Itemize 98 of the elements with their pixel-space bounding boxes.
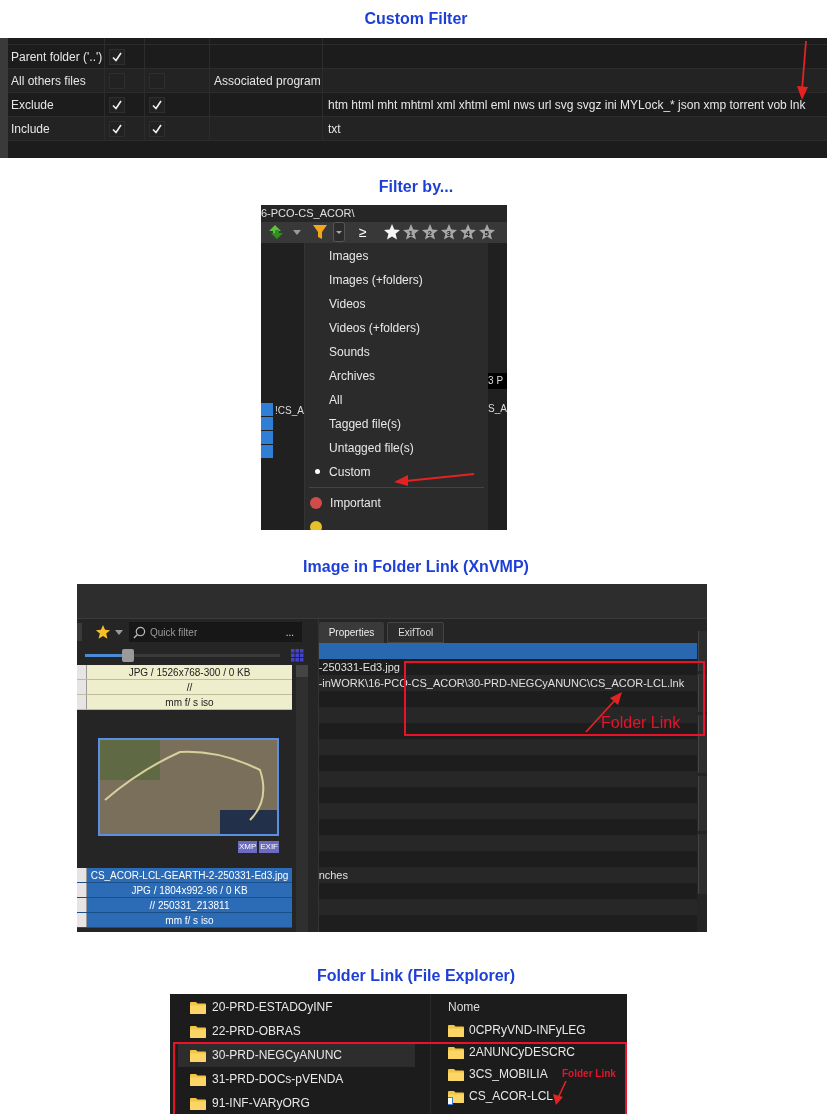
file-name-fragment: 3 P — [488, 374, 504, 388]
selection-marker — [261, 444, 273, 458]
folder-tree-item[interactable]: 22-PRD-OBRAS — [178, 1019, 415, 1043]
row-header-cell — [77, 680, 87, 694]
row-header-cell — [77, 695, 87, 709]
row-header-cell — [77, 883, 87, 897]
folder-icon — [190, 1096, 206, 1110]
section-heading: Filter by... — [377, 177, 455, 197]
caret-icon[interactable] — [293, 229, 301, 235]
selection-marker — [261, 430, 273, 444]
rating-operator[interactable]: ≥ — [359, 221, 367, 243]
star-icon[interactable] — [382, 223, 401, 241]
info-cell: CS_ACOR-LCL-GEARTH-2-250331-Ed3.jpg — [87, 868, 292, 882]
folder-tree-item[interactable]: 30-PRD-NEGCyANUNC — [178, 1043, 415, 1067]
info-cell: mm f/ s iso — [87, 695, 292, 709]
side-tab[interactable] — [698, 715, 707, 773]
menu-item[interactable]: Untagged file(s) — [305, 435, 489, 460]
folder-tree-item[interactable]: 91-INF-VARyORG — [178, 1091, 415, 1114]
metadata-badge: XMP — [237, 841, 258, 853]
search-icon — [133, 625, 146, 639]
row-header-cell — [77, 868, 87, 882]
file-name-fragment: S_A — [488, 401, 507, 416]
row-label: All others files — [11, 72, 86, 90]
star-icon[interactable]: 2 — [420, 223, 439, 241]
path-text: 6-PCO-CS_ACOR\ — [261, 206, 355, 221]
menu-item[interactable]: Images — [305, 243, 489, 268]
star-icon[interactable]: 3 — [439, 223, 458, 241]
menu-item[interactable]: Important — [305, 490, 489, 515]
scrollbar[interactable] — [296, 665, 308, 932]
row-label: Parent folder ('..') — [11, 48, 103, 66]
menu-item[interactable]: Videos — [305, 291, 489, 316]
file-item[interactable]: 3CS_MOBILIA — [448, 1063, 548, 1085]
menu-item[interactable]: Images (+folders) — [305, 267, 489, 292]
checkbox[interactable] — [149, 120, 165, 137]
checkbox[interactable] — [149, 96, 165, 113]
property-row[interactable]: nches — [318, 867, 697, 883]
metadata-badge: EXIF — [259, 841, 279, 853]
folder-icon — [190, 1072, 206, 1086]
quick-filter-field[interactable]: Quick filter ... — [129, 622, 302, 642]
menu-item[interactable]: Tagged file(s) — [305, 411, 489, 436]
program-text: Associated program — [214, 72, 321, 90]
zoom-slider[interactable] — [85, 648, 280, 662]
menu-item[interactable]: Sounds — [305, 339, 489, 364]
star-rating[interactable]: 1 2 3 4 5 — [382, 223, 496, 241]
row-label: Exclude — [11, 96, 54, 114]
folder-tree-item[interactable]: 31-PRD-DOCs-pVENDA — [178, 1067, 415, 1091]
section-heading: Image in Folder Link (XnVMP) — [302, 557, 530, 577]
folder-icon — [190, 1048, 206, 1062]
star-icon[interactable]: 1 — [401, 223, 420, 241]
menu-item[interactable]: All — [305, 387, 489, 412]
row-header-cell — [77, 913, 87, 927]
menu-item[interactable]: Custom — [305, 459, 489, 484]
folder-icon — [448, 1023, 464, 1037]
shortcut-folder-icon — [448, 1089, 464, 1103]
checkbox[interactable] — [109, 48, 125, 65]
selection-marker — [261, 416, 273, 430]
info-cell: // — [87, 680, 292, 694]
checkbox[interactable] — [109, 120, 125, 137]
selection-marker — [261, 402, 273, 416]
star-icon[interactable] — [95, 624, 111, 640]
arrow-annotation — [552, 1080, 568, 1106]
tab[interactable]: Properties — [318, 622, 385, 643]
folder-tree-item[interactable]: 20-PRD-ESTADOyINF — [178, 995, 415, 1019]
file-name-fragment: !CS_A — [275, 403, 304, 418]
funnel-icon[interactable] — [313, 224, 327, 240]
arrows-icon[interactable] — [267, 224, 285, 240]
annotation-label: Folder Link — [562, 1067, 616, 1081]
annotation-label: Folder Link — [601, 713, 681, 733]
folder-icon — [448, 1045, 464, 1059]
section-heading: Folder Link (File Explorer) — [315, 966, 517, 986]
extensions-text: txt — [328, 120, 341, 138]
more-button[interactable]: ... — [285, 624, 294, 640]
row-label: Include — [11, 120, 50, 138]
extensions-text: htm html mht mhtml xml xhtml eml nws url svg svgz ini MYLock_* json xmp torrent vob lnk — [328, 96, 806, 114]
section-heading: Custom Filter — [363, 9, 469, 29]
row-header-cell — [77, 665, 87, 679]
file-item[interactable]: 2ANUNCyDESCRC — [448, 1041, 575, 1063]
side-tab[interactable] — [698, 674, 707, 712]
column-header[interactable]: Nome — [448, 995, 627, 1019]
info-cell: mm f/ s iso — [87, 913, 292, 927]
star-icon[interactable]: 4 — [458, 223, 477, 241]
menu-item[interactable]: Archives — [305, 363, 489, 388]
info-cell: JPG / 1804x992-96 / 0 KB — [87, 883, 292, 897]
star-icon[interactable]: 5 — [477, 223, 496, 241]
side-tab[interactable] — [698, 631, 707, 671]
dropdown-button[interactable] — [333, 222, 345, 242]
folder-icon — [190, 1024, 206, 1038]
info-cell: JPG / 1526x768-300 / 0 KB — [87, 665, 292, 679]
menu-item[interactable]: Videos (+folders) — [305, 315, 489, 340]
tab[interactable]: ExifTool — [387, 622, 445, 643]
folder-icon — [190, 1000, 206, 1014]
checkbox[interactable] — [109, 96, 125, 113]
caret-icon[interactable] — [115, 629, 123, 635]
file-item[interactable]: CS_ACOR-LCL — [448, 1085, 554, 1107]
folder-icon — [448, 1067, 464, 1081]
info-cell: // 250331_213811 — [87, 898, 292, 912]
file-item[interactable]: 0CPRyVND-INFyLEG — [448, 1019, 586, 1041]
row-header-cell — [77, 898, 87, 912]
